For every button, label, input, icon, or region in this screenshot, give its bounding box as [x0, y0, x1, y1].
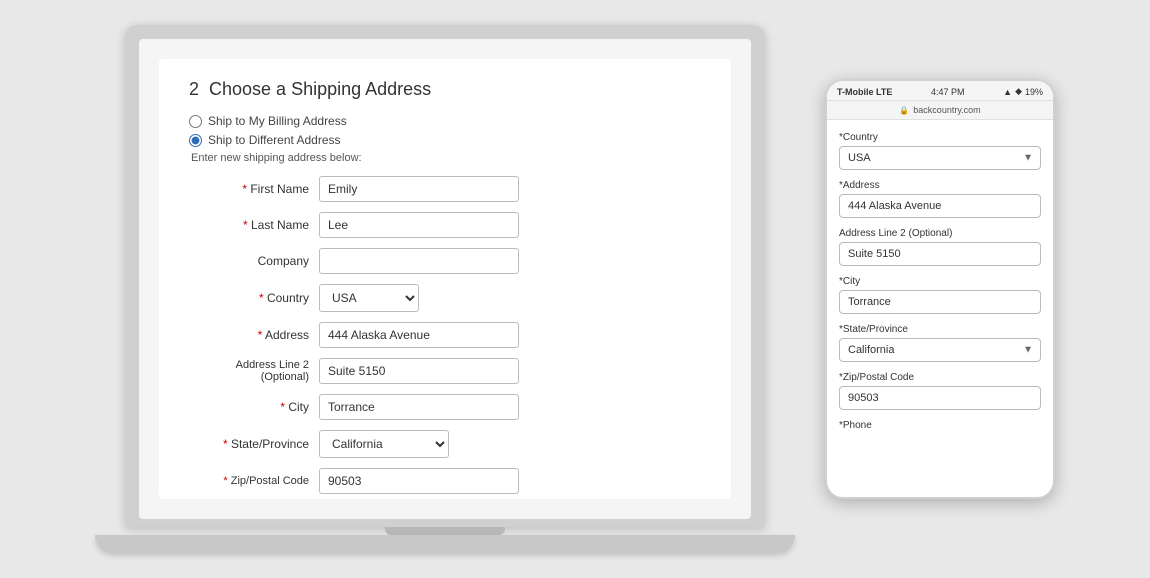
phone-time: 4:47 PM: [931, 87, 965, 97]
form-row-state: * State/Province California New York Tex…: [189, 430, 701, 458]
label-state: * State/Province: [189, 437, 319, 451]
laptop-screen: 2 Choose a Shipping Address Ship to My B…: [139, 39, 751, 519]
phone-field-state: *State/Province California New York Texa…: [839, 324, 1041, 362]
radio-ship-different-label: Ship to Different Address: [208, 133, 341, 147]
input-zip[interactable]: [319, 468, 519, 494]
input-last-name[interactable]: [319, 212, 519, 238]
phone-label-address2: Address Line 2 (Optional): [839, 228, 1041, 239]
label-address2: Address Line 2 (Optional): [189, 359, 319, 383]
phone-carrier: T-Mobile LTE: [837, 87, 892, 97]
laptop-wrapper: 2 Choose a Shipping Address Ship to My B…: [95, 25, 795, 553]
input-address[interactable]: [319, 322, 519, 348]
label-company: Company: [189, 254, 319, 268]
label-country: * Country: [189, 291, 319, 305]
label-last-name: * Last Name: [189, 218, 319, 232]
phone-form: *Country USA Canada UK ▼ *Address: [827, 120, 1053, 497]
radio-ship-billing-label: Ship to My Billing Address: [208, 114, 347, 128]
phone-field-address2: Address Line 2 (Optional): [839, 228, 1041, 266]
phone-select-wrapper-state: California New York Texas ▼: [839, 338, 1041, 362]
scene: 2 Choose a Shipping Address Ship to My B…: [0, 0, 1150, 578]
form-row-address2: Address Line 2 (Optional): [189, 358, 701, 384]
form-content: 2 Choose a Shipping Address Ship to My B…: [159, 59, 731, 499]
radio-group: Ship to My Billing Address Ship to Diffe…: [189, 114, 701, 147]
phone-select-country[interactable]: USA Canada UK: [839, 146, 1041, 170]
lock-icon: 🔒: [899, 106, 909, 115]
form-row-first-name: * First Name: [189, 176, 701, 202]
label-first-name: * First Name: [189, 182, 319, 196]
phone-label-address: *Address: [839, 180, 1041, 191]
phone-label-country: *Country: [839, 132, 1041, 143]
phone-field-city: *City: [839, 276, 1041, 314]
phone-input-address[interactable]: [839, 194, 1041, 218]
phone-select-state[interactable]: California New York Texas: [839, 338, 1041, 362]
battery-level: 19%: [1025, 87, 1043, 97]
label-address: * Address: [189, 328, 319, 342]
phone-label-city: *City: [839, 276, 1041, 287]
phone-label-state: *State/Province: [839, 324, 1041, 335]
required-star: *: [280, 400, 288, 414]
select-state[interactable]: California New York Texas Florida: [319, 430, 449, 458]
radio-ship-different[interactable]: Ship to Different Address: [189, 133, 701, 147]
phone-field-country: *Country USA Canada UK ▼: [839, 132, 1041, 170]
laptop-notch: [385, 527, 505, 535]
sub-label: Enter new shipping address below:: [191, 152, 701, 164]
form-row-company: Company: [189, 248, 701, 274]
phone: T-Mobile LTE 4:47 PM ▲ ◆ 19% 🔒 backcount…: [825, 79, 1055, 499]
phone-status-bar: T-Mobile LTE 4:47 PM ▲ ◆ 19%: [827, 81, 1053, 101]
required-star: *: [242, 182, 250, 196]
required-star: *: [243, 218, 251, 232]
phone-select-wrapper-country: USA Canada UK ▼: [839, 146, 1041, 170]
form-row-zip: * Zip/Postal Code: [189, 468, 701, 494]
phone-field-zip: *Zip/Postal Code: [839, 372, 1041, 410]
input-city[interactable]: [319, 394, 519, 420]
phone-input-zip[interactable]: [839, 386, 1041, 410]
page-title: Choose a Shipping Address: [209, 79, 431, 100]
radio-ship-billing-input[interactable]: [189, 115, 202, 128]
phone-url-bar: 🔒 backcountry.com: [827, 101, 1053, 120]
wifi-icon: ◆: [1015, 86, 1022, 97]
radio-ship-billing[interactable]: Ship to My Billing Address: [189, 114, 701, 128]
laptop-base: [95, 535, 795, 553]
phone-field-phone: *Phone: [839, 420, 1041, 431]
phone-input-address2[interactable]: [839, 242, 1041, 266]
phone-input-city[interactable]: [839, 290, 1041, 314]
form-row-address: * Address: [189, 322, 701, 348]
phone-label-zip: *Zip/Postal Code: [839, 372, 1041, 383]
signal-icon: ▲: [1003, 87, 1012, 97]
label-city: * City: [189, 400, 319, 414]
label-zip: * Zip/Postal Code: [189, 475, 319, 487]
phone-label-phone: *Phone: [839, 420, 1041, 431]
laptop-bezel: 2 Choose a Shipping Address Ship to My B…: [125, 25, 765, 527]
form-row-city: * City: [189, 394, 701, 420]
input-company[interactable]: [319, 248, 519, 274]
input-address2[interactable]: [319, 358, 519, 384]
page-title-row: 2 Choose a Shipping Address: [189, 79, 701, 100]
required-star: *: [223, 437, 231, 451]
form-row-last-name: * Last Name: [189, 212, 701, 238]
select-country[interactable]: USA Canada UK Australia: [319, 284, 419, 312]
input-first-name[interactable]: [319, 176, 519, 202]
form-row-country: * Country USA Canada UK Australia: [189, 284, 701, 312]
step-number: 2: [189, 79, 199, 100]
radio-ship-different-input[interactable]: [189, 134, 202, 147]
required-star: *: [223, 475, 230, 487]
required-star: *: [259, 291, 267, 305]
phone-status-right: ▲ ◆ 19%: [1003, 86, 1043, 97]
required-star: *: [258, 328, 265, 342]
phone-wrapper: T-Mobile LTE 4:47 PM ▲ ◆ 19% 🔒 backcount…: [825, 79, 1055, 499]
phone-field-address: *Address: [839, 180, 1041, 218]
phone-url: backcountry.com: [913, 105, 980, 115]
